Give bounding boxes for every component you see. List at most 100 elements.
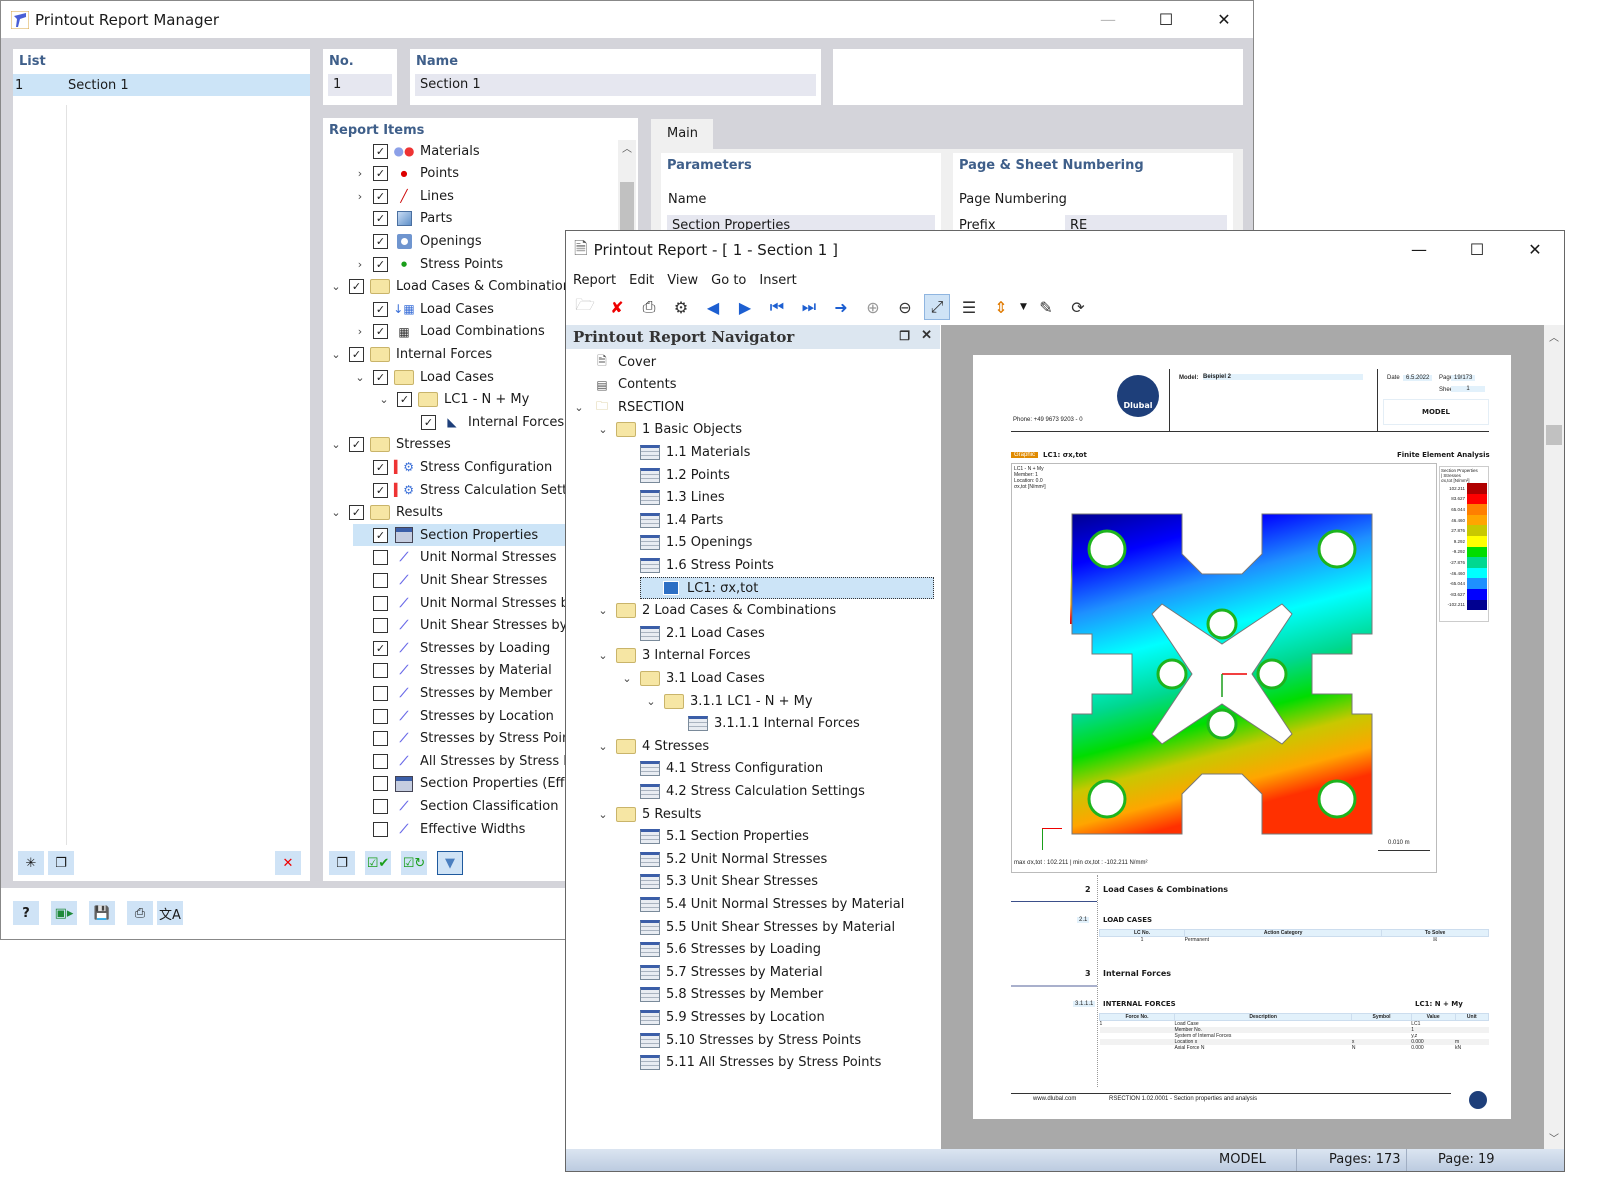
- navigator-item[interactable]: ▤ Contents: [572, 374, 676, 396]
- expand-chevron-icon[interactable]: ›: [353, 258, 367, 271]
- report-item[interactable]: ✓ ↓▦ Load Cases: [353, 298, 494, 320]
- expand-chevron-icon[interactable]: ⌄: [329, 438, 343, 451]
- navigator-item[interactable]: 1.4 Parts: [620, 509, 723, 531]
- no-field[interactable]: 1: [328, 74, 392, 96]
- report-item[interactable]: ⟋ Section Classification: [353, 795, 558, 817]
- minimize-button[interactable]: —: [1390, 231, 1448, 268]
- navigator-item[interactable]: 4.2 Stress Calculation Settings: [620, 780, 865, 802]
- previous-page-icon[interactable]: ◀: [700, 294, 726, 320]
- report-item[interactable]: ⌄ ✓ Stresses: [329, 434, 451, 456]
- zoom-out-icon[interactable]: ⊖: [892, 294, 918, 320]
- navigator-item[interactable]: ⌄ 1 Basic Objects: [596, 419, 742, 441]
- expand-chevron-icon[interactable]: ⌄: [572, 401, 586, 414]
- navigator-item[interactable]: 5.7 Stresses by Material: [620, 961, 823, 983]
- item-checkbox[interactable]: ✓: [373, 527, 388, 543]
- navigator-item[interactable]: 5.6 Stresses by Loading: [620, 939, 821, 961]
- maximize-button[interactable]: ☐: [1137, 1, 1195, 38]
- item-checkbox[interactable]: [373, 572, 388, 588]
- print-icon[interactable]: ⎙: [636, 294, 662, 320]
- new-report-button[interactable]: ✳: [18, 851, 44, 875]
- expand-chevron-icon[interactable]: ⌄: [596, 740, 610, 753]
- navigator-item[interactable]: 5.2 Unit Normal Stresses: [620, 848, 827, 870]
- menu-insert[interactable]: Insert: [759, 273, 796, 288]
- report-item[interactable]: ⟋ Stresses by Location: [353, 705, 554, 727]
- navigator-item[interactable]: 3.1.1.1 Internal Forces: [668, 713, 860, 735]
- report-item[interactable]: ⟋ Stresses by Material: [353, 660, 552, 682]
- item-checkbox[interactable]: ✓: [373, 143, 388, 159]
- navigator-item[interactable]: ⌄ 🗀 RSECTION: [572, 396, 684, 418]
- float-icon[interactable]: ❐: [899, 329, 910, 343]
- navigator-item[interactable]: 5.1 Section Properties: [620, 826, 809, 848]
- expand-chevron-icon[interactable]: ⌄: [329, 506, 343, 519]
- navigator-item[interactable]: 5.5 Unit Shear Stresses by Material: [620, 916, 895, 938]
- navigator-item[interactable]: 5.3 Unit Shear Stresses: [620, 871, 818, 893]
- edit-icon[interactable]: ✎: [1033, 294, 1059, 320]
- report-item[interactable]: › ✓ ╱ Lines: [353, 185, 454, 207]
- expand-chevron-icon[interactable]: ⌄: [377, 393, 391, 406]
- item-checkbox[interactable]: ✓: [373, 459, 388, 475]
- expand-chevron-icon[interactable]: ⌄: [596, 808, 610, 821]
- item-checkbox[interactable]: ✓: [373, 233, 388, 249]
- zoom-in-icon[interactable]: ⊕: [860, 294, 886, 320]
- report-item[interactable]: ✓ ▍ ⚙ Stress Configuration: [353, 456, 552, 478]
- maximize-button[interactable]: ☐: [1448, 231, 1506, 268]
- expand-chevron-icon[interactable]: ⌄: [596, 604, 610, 617]
- navigator-close-icon[interactable]: ✕: [921, 328, 932, 343]
- item-checkbox[interactable]: ✓: [373, 166, 388, 182]
- print-settings-button[interactable]: ⎙: [127, 901, 153, 925]
- expand-chevron-icon[interactable]: ⌄: [596, 649, 610, 662]
- report-item[interactable]: ⌄ ✓ LC1 - N + My: [377, 389, 529, 411]
- item-checkbox[interactable]: ✓: [349, 279, 364, 295]
- navigator-item[interactable]: ⌄ 3 Internal Forces: [596, 645, 751, 667]
- report-item[interactable]: › ✓ ● Stress Points: [353, 253, 503, 275]
- load-settings-button[interactable]: ▣▸: [51, 901, 77, 925]
- navigator-item[interactable]: 2.1 Load Cases: [620, 622, 765, 644]
- navigator-item[interactable]: 1.2 Points: [620, 464, 730, 486]
- expand-chevron-icon[interactable]: ⌄: [329, 280, 343, 293]
- item-checkbox[interactable]: [373, 550, 388, 566]
- open-icon[interactable]: 🗁: [572, 294, 598, 320]
- item-checkbox[interactable]: ✓: [349, 346, 364, 362]
- item-checkbox[interactable]: ✓: [373, 369, 388, 385]
- item-checkbox[interactable]: [373, 776, 388, 792]
- tab-main[interactable]: Main: [651, 119, 713, 149]
- item-checkbox[interactable]: [373, 821, 388, 837]
- item-checkbox[interactable]: ✓: [373, 256, 388, 272]
- navigator-item[interactable]: 5.4 Unit Normal Stresses by Material: [620, 893, 904, 915]
- help-button[interactable]: ?: [13, 901, 39, 925]
- navigator-item[interactable]: 1.5 Openings: [620, 532, 752, 554]
- report-item[interactable]: ⟋ Stresses by Member: [353, 682, 552, 704]
- report-item[interactable]: ✓ ● ● Materials: [353, 140, 480, 162]
- item-checkbox[interactable]: ✓: [373, 301, 388, 317]
- expand-chevron-icon[interactable]: ›: [353, 190, 367, 203]
- item-checkbox[interactable]: ✓: [373, 211, 388, 227]
- page-size-icon[interactable]: ⇕: [988, 294, 1014, 320]
- list-row[interactable]: 1 Section 1: [13, 74, 310, 96]
- navigator-item[interactable]: ⌄ 2 Load Cases & Combinations: [596, 600, 836, 622]
- delete-page-icon[interactable]: ✘: [604, 294, 630, 320]
- report-item[interactable]: ✓ Openings: [353, 230, 482, 252]
- item-checkbox[interactable]: [373, 708, 388, 724]
- dropdown-arrow-icon[interactable]: ▼: [1020, 302, 1027, 312]
- expand-chevron-icon[interactable]: ⌄: [596, 423, 610, 436]
- item-checkbox[interactable]: [373, 798, 388, 814]
- navigator-item[interactable]: ⌄ 3.1 Load Cases: [620, 667, 765, 689]
- report-item[interactable]: ⟋ Unit Normal Stresses: [353, 547, 557, 569]
- navigator-item[interactable]: 1.6 Stress Points: [620, 554, 774, 576]
- report-item[interactable]: ⌄ ✓ Load Cases: [353, 366, 494, 388]
- report-item[interactable]: ⟋ Unit Shear Stresses: [353, 569, 547, 591]
- report-item[interactable]: ✓ ◣ Internal Forces: [401, 411, 564, 433]
- menu-view[interactable]: View: [667, 273, 698, 288]
- navigator-item[interactable]: 1.1 Materials: [620, 441, 750, 463]
- report-item[interactable]: ⟋ Effective Widths: [353, 818, 525, 840]
- expand-chevron-icon[interactable]: ⌄: [353, 371, 367, 384]
- item-checkbox[interactable]: ✓: [349, 437, 364, 453]
- navigator-item[interactable]: 5.9 Stresses by Location: [620, 1006, 825, 1028]
- item-checkbox[interactable]: [373, 685, 388, 701]
- navigator-item[interactable]: ⌄ 3.1.1 LC1 - N + My: [644, 690, 813, 712]
- refresh-icon[interactable]: ⟳: [1065, 294, 1091, 320]
- navigator-item[interactable]: ⌄ 5 Results: [596, 803, 701, 825]
- select-icon[interactable]: ☰: [956, 294, 982, 320]
- close-button[interactable]: ✕: [1506, 231, 1564, 268]
- close-button[interactable]: ✕: [1195, 1, 1253, 38]
